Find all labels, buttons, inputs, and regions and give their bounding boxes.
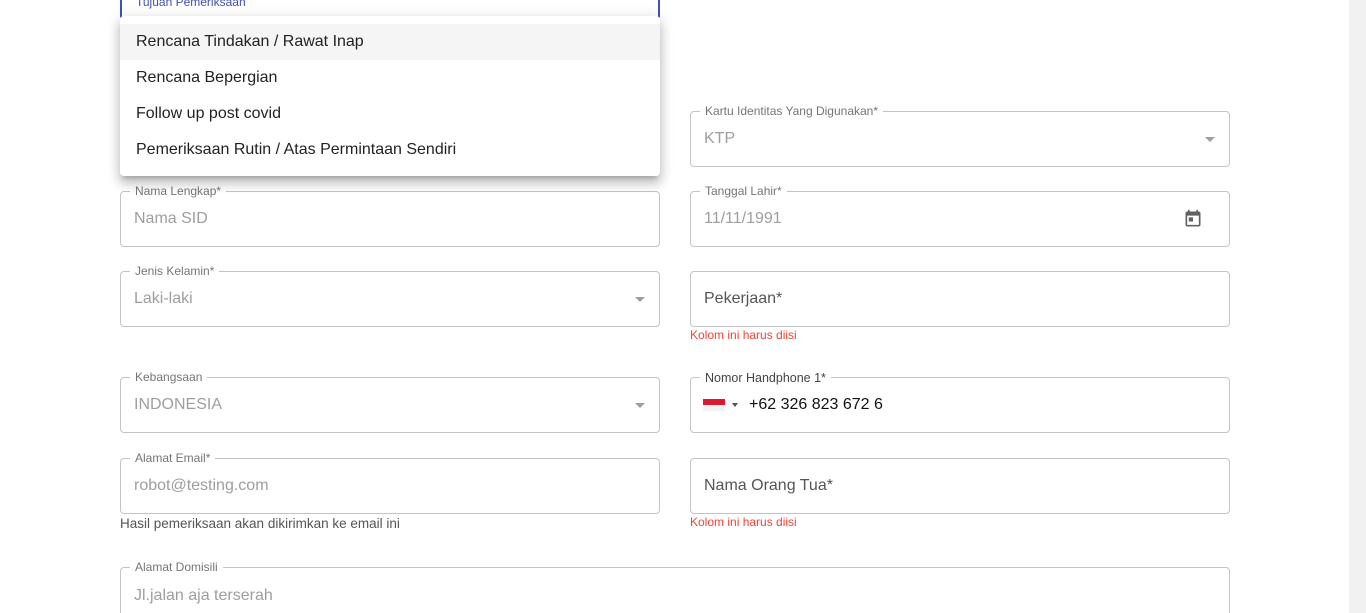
indonesia-flag-icon — [703, 399, 725, 411]
alamat-email-value: robot@testing.com — [134, 477, 269, 494]
jenis-kelamin-select[interactable]: Jenis Kelamin* Laki-laki — [120, 264, 660, 327]
tanggal-lahir-value: 11/11/1991 — [704, 210, 782, 227]
nama-lengkap-field[interactable]: Nama Lengkap* Nama SID — [120, 184, 660, 247]
dropdown-arrow-icon — [635, 297, 645, 302]
pekerjaan-field[interactable]: Pekerjaan* — [690, 271, 1230, 327]
nama-orang-tua-field[interactable]: Nama Orang Tua* — [690, 458, 1230, 514]
scrollbar[interactable] — [1349, 0, 1366, 613]
pekerjaan-placeholder: Pekerjaan* — [704, 290, 783, 307]
nama-orang-tua-error: Kolom ini harus diisi — [690, 515, 797, 529]
kebangsaan-select[interactable]: Kebangsaan INDONESIA — [120, 370, 660, 433]
kartu-identitas-value: KTP — [704, 130, 736, 147]
nomor-handphone-field[interactable]: Nomor Handphone 1* +62 326 823 672 6 — [690, 371, 1230, 433]
form-page: Tujuan Pemeriksaan Kartu Identitas Yang … — [0, 0, 1366, 613]
dropdown-arrow-icon — [635, 403, 645, 408]
nama-lengkap-value: Nama SID — [134, 210, 208, 227]
jenis-kelamin-value: Laki-laki — [134, 290, 193, 307]
dropdown-arrow-icon — [1205, 137, 1215, 142]
pekerjaan-error: Kolom ini harus diisi — [690, 328, 797, 342]
nama-orang-tua-placeholder: Nama Orang Tua* — [704, 477, 833, 494]
menu-option-bepergian[interactable]: Rencana Bepergian — [120, 60, 660, 96]
nomor-handphone-value: +62 326 823 672 6 — [749, 396, 883, 413]
alamat-domisili-value: Jl.jalan aja terserah — [134, 587, 273, 604]
menu-option-rawat-inap[interactable]: Rencana Tindakan / Rawat Inap — [120, 24, 660, 60]
menu-option-rutin[interactable]: Pemeriksaan Rutin / Atas Permintaan Send… — [120, 132, 660, 168]
alamat-email-field[interactable]: Alamat Email* robot@testing.com — [120, 451, 660, 514]
tujuan-pemeriksaan-menu: Rencana Tindakan / Rawat Inap Rencana Be… — [120, 16, 660, 176]
menu-option-follow-up[interactable]: Follow up post covid — [120, 96, 660, 132]
alamat-email-helper: Hasil pemeriksaan akan dikirimkan ke ema… — [120, 516, 400, 531]
kartu-identitas-select[interactable]: Kartu Identitas Yang Digunakan* KTP — [690, 104, 1230, 167]
alamat-domisili-field[interactable]: Alamat Domisili Jl.jalan aja terserah — [120, 560, 1230, 613]
country-selector[interactable] — [703, 399, 738, 411]
tanggal-lahir-field[interactable]: Tanggal Lahir* 11/11/1991 — [690, 184, 1230, 247]
calendar-icon[interactable] — [1183, 209, 1203, 229]
caret-down-icon — [732, 403, 738, 407]
tujuan-pemeriksaan-label: Tujuan Pemeriksaan — [131, 0, 251, 9]
kebangsaan-value: INDONESIA — [134, 396, 223, 413]
